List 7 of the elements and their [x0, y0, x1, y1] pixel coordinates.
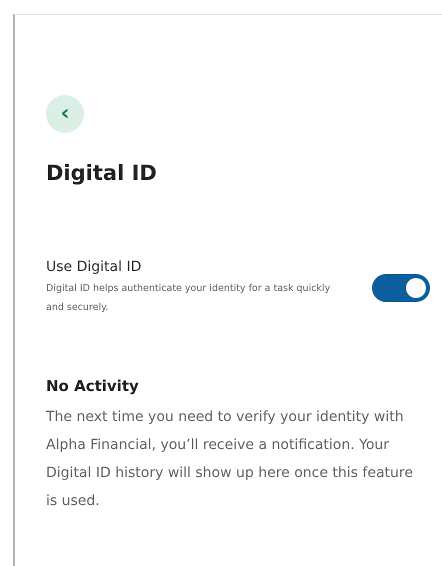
- section-heading: No Activity: [46, 377, 140, 395]
- toggle-switch[interactable]: [372, 274, 430, 302]
- empty-state-message: The next time you need to verify your identity with Alpha Financial, you’ll receive a notification. Your Digital ID history will show up here once this feature is used.: [46, 408, 414, 511]
- back-button[interactable]: ‹: [46, 95, 84, 133]
- setting-description: Digital ID helps authenticate your identity for a task quickly and securely.: [46, 282, 332, 315]
- page-title: Digital ID: [46, 161, 158, 185]
- setting-label: Use Digital ID: [46, 259, 142, 275]
